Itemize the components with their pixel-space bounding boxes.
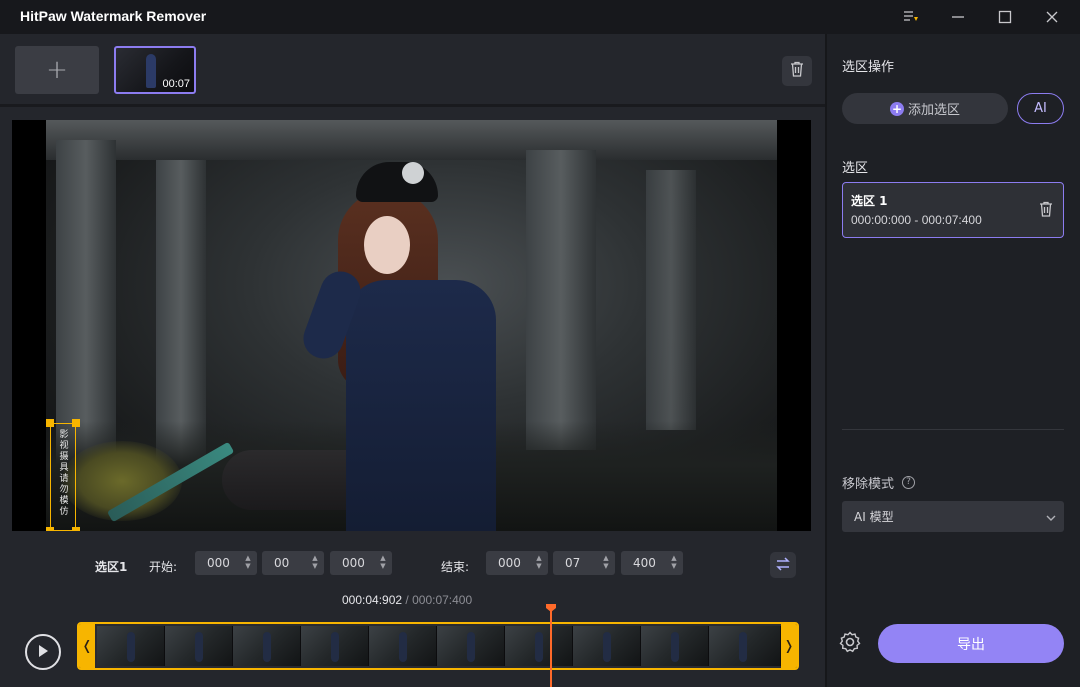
end-seconds-stepper[interactable]: 07 ▲ ▼ [553, 551, 615, 575]
add-media-button[interactable]: + [15, 46, 99, 94]
region-range: 000:00:000 - 000:07:400 [851, 213, 982, 227]
gear-icon[interactable] [838, 630, 862, 654]
stepper-arrows-icon[interactable]: ▲ ▼ [378, 554, 388, 572]
delete-media-button[interactable] [782, 56, 812, 86]
watermark-text: 影视摄具请勿模仿 [59, 430, 69, 517]
time-readout: 000:04:902 / 000:07:400 [342, 593, 473, 607]
region-card[interactable]: 选区 1 000:00:000 - 000:07:400 [842, 182, 1064, 238]
play-icon [37, 643, 49, 662]
panel-separator [842, 429, 1064, 430]
timeline-frame [505, 626, 573, 666]
region-ops-heading: 选区操作 [842, 60, 895, 75]
export-button[interactable]: 导出 [878, 624, 1064, 663]
video-preview[interactable]: 影视摄具请勿模仿 [12, 120, 811, 531]
playhead[interactable] [550, 606, 552, 687]
close-icon[interactable] [1029, 0, 1075, 34]
timeline-frame [369, 626, 437, 666]
media-bar: + 00:07 [0, 34, 825, 104]
media-thumbnail[interactable]: 00:07 [114, 46, 196, 94]
end-minutes-stepper[interactable]: 000 ▲ ▼ [486, 551, 548, 575]
resize-handle[interactable] [46, 527, 54, 531]
stepper-arrows-icon[interactable]: ▲ ▼ [310, 554, 320, 572]
end-millis-stepper[interactable]: 400 ▲ ▼ [621, 551, 683, 575]
trash-icon[interactable] [1039, 201, 1053, 221]
stepper-arrows-icon[interactable]: ▲ ▼ [601, 554, 611, 572]
mode-heading: 移除模式 ? [842, 473, 916, 492]
video-frame [46, 120, 777, 531]
timeline-frame [573, 626, 641, 666]
resize-handle[interactable] [72, 527, 80, 531]
trash-icon [790, 61, 804, 81]
chevron-down-icon [1046, 511, 1056, 525]
trim-end-handle[interactable]: ❭ [781, 624, 797, 668]
start-millis-stepper[interactable]: 000 ▲ ▼ [330, 551, 392, 575]
stepper-arrows-icon[interactable]: ▲ ▼ [534, 554, 544, 572]
start-seconds-stepper[interactable]: 00 ▲ ▼ [262, 551, 324, 575]
resize-handle[interactable] [46, 419, 54, 427]
region-label: 选区1 [95, 560, 128, 574]
plus-icon: + [889, 101, 904, 116]
timeline-frame [641, 626, 709, 666]
feedback-icon[interactable] [888, 0, 934, 34]
resize-handle[interactable] [72, 419, 80, 427]
add-region-button[interactable]: + 添加选区 [842, 93, 1008, 124]
swap-range-button[interactable] [770, 552, 796, 578]
region-time-controls: 选区1 开始: 000 ▲ ▼ 00 ▲ ▼ 000 ▲ ▼ 结束: 000 ▲ ▼ 0… [0, 542, 825, 586]
timeline-frame [233, 626, 301, 666]
stepper-arrows-icon[interactable]: ▲ ▼ [669, 554, 679, 572]
regions-heading: 选区 [842, 161, 869, 176]
removal-mode-select[interactable]: AI 模型 [842, 501, 1064, 532]
timeline-frame [97, 626, 165, 666]
timeline-strip[interactable]: ❬ ❭ [77, 622, 799, 670]
current-time: 000:04:902 [342, 593, 403, 607]
thumbnail-duration: 00:07 [162, 78, 190, 90]
swap-icon [775, 556, 791, 575]
timeline-frame [165, 626, 233, 666]
play-button[interactable] [25, 634, 61, 670]
timeline: 000:04:902 / 000:07:400 ❬ ❭ [0, 584, 825, 687]
editor-panel: + 00:07 影视摄具请勿模仿 选区1 开始: 000 ▲ ▼ 00 ▲ ▼ … [0, 34, 825, 687]
maximize-icon[interactable] [982, 0, 1028, 34]
settings-panel: 选区操作 + 添加选区 AI 选区 选区 1 000:00:000 - 000:… [827, 34, 1080, 687]
trim-start-handle[interactable]: ❬ [79, 624, 95, 668]
media-bar-divider [0, 104, 825, 107]
title-bar: HitPaw Watermark Remover [0, 0, 1080, 34]
end-label: 结束: [441, 560, 470, 574]
stepper-arrows-icon[interactable]: ▲ ▼ [243, 554, 253, 572]
thumbnail-figure [146, 54, 156, 88]
timeline-frame [709, 626, 781, 666]
app-title: HitPaw Watermark Remover [20, 8, 207, 24]
timeline-frame [437, 626, 505, 666]
timeline-frame [301, 626, 369, 666]
start-label: 开始: [149, 560, 178, 574]
watermark-selection-box[interactable]: 影视摄具请勿模仿 [46, 419, 80, 531]
help-icon[interactable]: ? [902, 476, 916, 489]
ai-detect-button[interactable]: AI [1017, 93, 1064, 124]
total-time: 000:07:400 [412, 593, 473, 607]
region-name: 选区 1 [851, 194, 888, 208]
start-minutes-stepper[interactable]: 000 ▲ ▼ [195, 551, 257, 575]
minimize-icon[interactable] [935, 0, 981, 34]
